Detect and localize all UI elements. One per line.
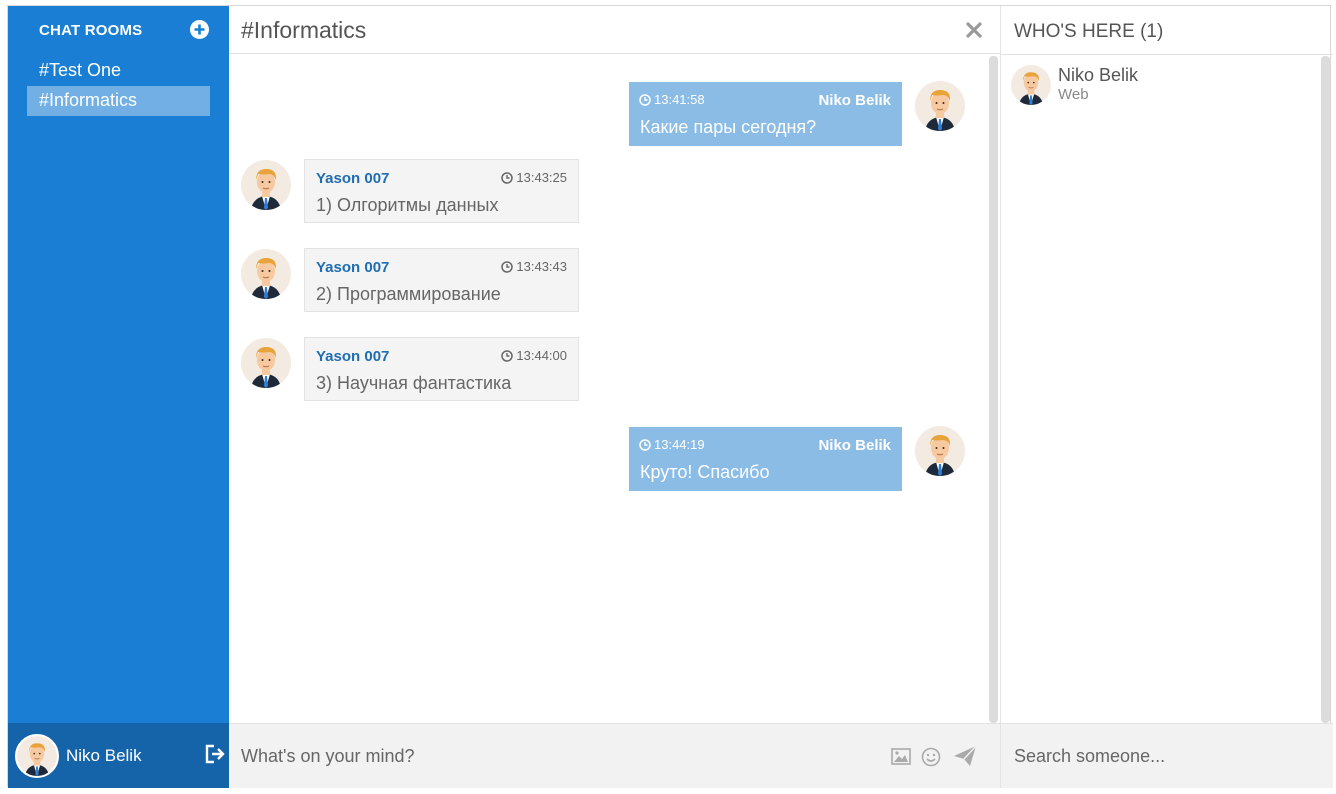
add-room-icon[interactable] [189,19,210,40]
message-author[interactable]: Yason 007 [316,348,389,365]
avatar[interactable] [915,81,965,131]
message-text: 1) Олгоритмы данных [316,195,499,215]
message-text: 3) Научная фантастика [316,373,512,393]
avatar[interactable] [915,426,965,476]
message-bubble: Yason 007 13:44:00 3) Научная фантастика [304,337,579,401]
current-user-name: Niko Belik [66,746,142,765]
room-item-informatics[interactable]: #Informatics [27,86,210,116]
messages-scrollbar[interactable] [989,56,998,723]
logout-icon[interactable] [204,744,226,764]
message-composer [229,723,1000,788]
search-input[interactable] [1001,724,1331,788]
online-user-client: Web [1058,86,1089,103]
message-time: 13:44:19 [639,437,705,452]
presence-panel: WHO'S HERE (1) Niko Belik Web [1000,6,1333,788]
message-author[interactable]: Yason 007 [316,170,389,187]
room-item-test-one[interactable]: #Test One [27,56,210,86]
online-user-name: Niko Belik [1058,65,1139,85]
sidebar-title: CHAT ROOMS [39,22,143,39]
clock-icon [639,439,651,451]
message-list[interactable]: 13:41:58 Niko Belik Какие пары сегодня? … [229,54,1000,723]
send-icon[interactable] [953,745,977,772]
clock-icon [639,94,651,106]
page-title: #Informatics [241,17,367,43]
avatar [1011,65,1051,105]
avatar[interactable] [241,249,291,299]
message-text: 2) Программирование [316,284,501,304]
image-icon[interactable] [891,748,911,770]
close-icon[interactable] [964,20,984,40]
clock-icon [501,261,513,273]
message-time: 13:43:43 [501,259,567,274]
message-bubble: 13:41:58 Niko Belik Какие пары сегодня? [629,82,902,146]
chat-app: CHAT ROOMS #Test One #Informatics Niko B… [7,5,1333,788]
message-author[interactable]: Yason 007 [316,259,389,276]
message-time: 13:43:25 [501,170,567,185]
rooms-sidebar: CHAT ROOMS #Test One #Informatics Niko B… [8,6,229,788]
message-input[interactable] [229,724,869,788]
message-text: Какие пары сегодня? [640,117,817,137]
room-list: #Test One #Informatics [27,56,210,116]
message-bubble: Yason 007 13:43:43 2) Программирование [304,248,579,312]
clock-icon [501,350,513,362]
sidebar-header: CHAT ROOMS [8,6,229,52]
message-time: 13:44:00 [501,348,567,363]
avatar[interactable] [241,160,291,210]
presence-scrollbar[interactable] [1321,56,1330,723]
current-user-bar: Niko Belik [8,723,229,788]
user-search-bar [1001,723,1333,788]
online-user-item[interactable]: Niko Belik Web [1011,64,1311,108]
message-bubble: Yason 007 13:43:25 1) Олгоритмы данных [304,159,579,223]
clock-icon [501,172,513,184]
chat-panel: #Informatics 13:41:58 Niko Belik Какие п… [229,6,1000,788]
presence-title: WHO'S HERE (1) [1014,21,1164,42]
message-text: Круто! Спасибо [640,462,770,482]
chat-header: #Informatics [229,6,1000,54]
message-author[interactable]: Niko Belik [818,437,891,454]
message-bubble: 13:44:19 Niko Belik Круто! Спасибо [629,427,902,491]
emoji-icon[interactable] [921,747,941,772]
avatar[interactable] [241,338,291,388]
message-time: 13:41:58 [639,92,705,107]
avatar[interactable] [15,734,59,778]
message-author[interactable]: Niko Belik [818,92,891,109]
presence-header: WHO'S HERE (1) [1001,6,1333,55]
